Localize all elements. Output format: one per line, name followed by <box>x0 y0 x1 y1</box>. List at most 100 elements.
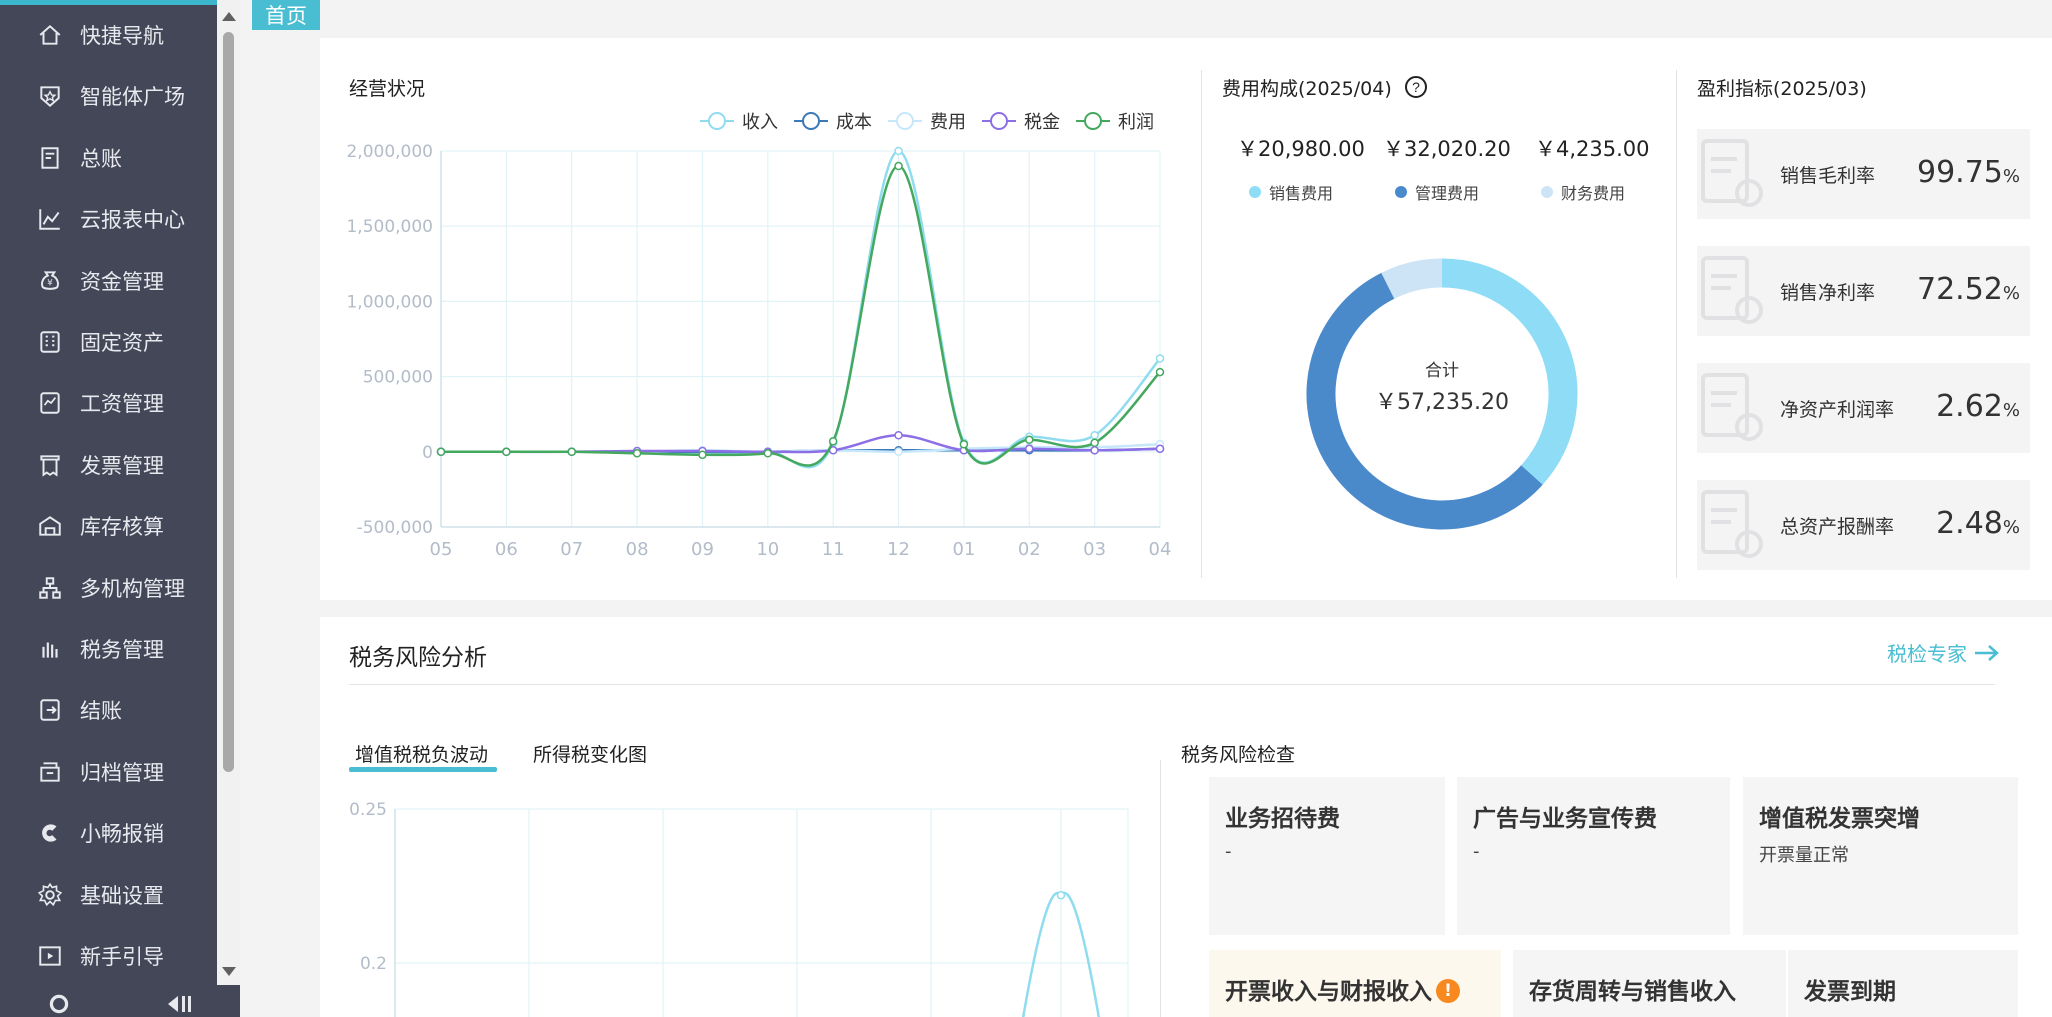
profit-metric-unit: % <box>2002 400 2020 421</box>
data-point <box>436 447 446 457</box>
ledger-icon <box>36 144 64 172</box>
sidebar-item-label: 小畅报销 <box>80 822 164 847</box>
sidebar-item-6[interactable]: 工资管理 <box>0 373 217 433</box>
donut-slice[interactable] <box>1441 258 1578 485</box>
sidebar-item-4[interactable]: ¥ 资金管理 <box>0 251 217 311</box>
gear-icon[interactable] <box>46 991 72 1017</box>
money-tag-icon <box>1701 490 1763 558</box>
asset-book-icon <box>1701 373 1763 441</box>
y-tick-label: -500,000 <box>357 518 433 538</box>
data-point <box>567 447 576 457</box>
risk-card[interactable]: 开票收入与财报收入! <box>1209 950 1501 1017</box>
sidebar: 快捷导航 智能体广场 总账 云报表中心 ¥ 资金管理固定资产工资管理 发票管理库存核算多机构… <box>0 0 217 1017</box>
donut-total-value: ￥57,235.20 <box>1375 390 1509 415</box>
sidebar-item-label: 资金管理 <box>80 269 164 294</box>
tab-home[interactable]: 首页 <box>252 0 320 30</box>
risk-card[interactable]: 广告与业务宣传费 - <box>1457 777 1730 935</box>
tax-hand-icon <box>36 635 64 663</box>
legend-dot <box>1249 186 1261 198</box>
risk-card-status: 开票量正常 <box>1759 845 1849 866</box>
fee-legend-label: 财务费用 <box>1561 184 1626 203</box>
scroll-thumb[interactable] <box>223 32 234 772</box>
scroll-down-arrow-icon[interactable] <box>222 967 236 976</box>
scroll-up-arrow-icon[interactable] <box>222 12 236 21</box>
profit-metric-value: 2.62% <box>1936 389 2020 424</box>
data-point <box>1155 367 1165 377</box>
sidebar-item-5[interactable]: 固定资产 <box>0 312 217 372</box>
fee-legend-finance: 财务费用 <box>1541 180 1625 204</box>
x-tick-label: 12 <box>887 539 910 560</box>
sidebar-item-label: 固定资产 <box>80 331 164 355</box>
home-icon <box>36 21 64 49</box>
tab-vat-burden[interactable]: 增值税税负波动 <box>355 740 488 767</box>
wallet-icon <box>1701 256 1763 324</box>
y-tick-label: 0.2 <box>360 954 387 974</box>
arrow-right-icon <box>1975 645 2000 661</box>
sidebar-item-label: 库存核算 <box>80 515 164 540</box>
sidebar-item-14[interactable]: 基础设置 <box>0 865 217 925</box>
sidebar-scrollbar[interactable] <box>217 0 240 985</box>
risk-card[interactable]: 增值税发票突增 开票量正常 <box>1743 777 2018 935</box>
tax-expert-link[interactable]: 税检专家 <box>1887 638 2001 667</box>
sidebar-top-accent <box>0 0 240 5</box>
data-point <box>1155 444 1165 454</box>
sidebar-item-3[interactable]: 云报表中心 <box>0 189 217 249</box>
sidebar-item-label: 多机构管理 <box>80 576 185 601</box>
fee-legend-sales: 销售费用 <box>1249 180 1333 204</box>
sidebar-item-1[interactable]: 智能体广场 <box>0 66 217 126</box>
sidebar-item-15[interactable]: 新手引导 <box>0 926 217 986</box>
data-point <box>698 450 707 460</box>
business-title: 经营状况 <box>349 78 426 100</box>
sidebar-item-11[interactable]: 结账 <box>0 680 217 740</box>
checkout-icon <box>36 696 64 724</box>
data-point <box>1025 444 1034 454</box>
legend-dot <box>1395 186 1407 198</box>
help-icon[interactable]: ? <box>1404 75 1428 99</box>
svg-text:?: ? <box>1412 79 1420 95</box>
donut-slice[interactable] <box>1381 258 1443 299</box>
sidebar-item-10[interactable]: 税务管理 <box>0 619 217 679</box>
invoice-icon <box>36 451 64 479</box>
receipt-coins-icon <box>1701 139 1763 207</box>
active-tab-underline <box>349 767 497 772</box>
data-point <box>1090 438 1099 448</box>
profit-title: 盈利指标(2025/03) <box>1697 78 1867 100</box>
sidebar-item-12[interactable]: 归档管理 <box>0 742 217 802</box>
x-tick-label: 07 <box>560 539 583 560</box>
risk-card[interactable]: 业务招待费 - <box>1209 777 1445 935</box>
fee-value-finance: ￥4,235.00 <box>1535 137 1650 161</box>
sidebar-item-label: 税务管理 <box>80 638 164 662</box>
sidebar-item-13[interactable]: 小畅报销 <box>0 803 217 863</box>
profit-metric-unit: % <box>2002 283 2020 304</box>
money-bag-icon: ¥ <box>36 267 64 295</box>
risk-card-title: 存货周转与销售收入 <box>1529 972 1736 1006</box>
x-tick-label: 10 <box>756 539 779 560</box>
profit-metric-name: 净资产利润率 <box>1780 399 1895 421</box>
sidebar-item-label: 基础设置 <box>80 883 164 908</box>
org-chart-icon <box>36 574 64 602</box>
sidebar-item-label: 结账 <box>80 699 122 724</box>
profit-metric-unit: % <box>2002 517 2020 538</box>
collapse-sidebar-icon[interactable] <box>166 991 196 1017</box>
data-point <box>1025 435 1034 445</box>
risk-card-title-text: 广告与业务宣传费 <box>1473 806 1657 832</box>
sidebar-bottom-tools <box>0 985 240 1017</box>
risk-card[interactable]: 存货周转与销售收入 <box>1513 950 1786 1017</box>
reimburse-icon <box>36 819 64 847</box>
fee-value-admin: ￥32,020.20 <box>1383 137 1511 161</box>
building-icon <box>36 328 64 356</box>
profit-metric-value: 72.52% <box>1917 272 2020 307</box>
sidebar-item-7[interactable]: 发票管理 <box>0 435 217 495</box>
tab-income-tax[interactable]: 所得税变化图 <box>533 740 647 767</box>
data-point <box>959 440 969 449</box>
payroll-icon <box>36 389 64 417</box>
sidebar-item-2[interactable]: 总账 <box>0 128 217 188</box>
divider <box>349 684 1995 685</box>
svg-text:¥: ¥ <box>47 278 53 288</box>
sidebar-item-8[interactable]: 库存核算 <box>0 496 217 556</box>
sidebar-item-0[interactable]: 快捷导航 <box>0 5 217 65</box>
sidebar-item-9[interactable]: 多机构管理 <box>0 558 217 618</box>
x-tick-label: 08 <box>626 539 649 560</box>
risk-card[interactable]: 发票到期 <box>1788 950 2018 1017</box>
y-tick-label: 1,500,000 <box>346 217 433 237</box>
